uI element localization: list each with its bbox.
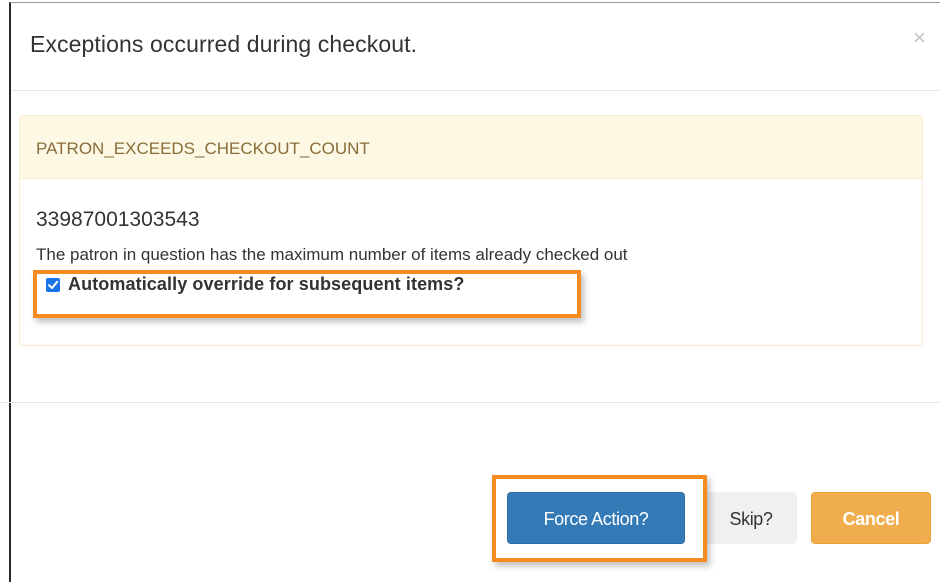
checkbox-checked-icon[interactable] <box>46 278 60 292</box>
item-barcode: 33987001303543 <box>36 208 200 231</box>
close-icon[interactable]: × <box>913 27 926 49</box>
modal-header: Exceptions occurred during checkout. × <box>11 3 940 91</box>
exception-panel: PATRON_EXCEEDS_CHECKOUT_COUNT 3398700130… <box>19 115 923 346</box>
modal-title: Exceptions occurred during checkout. <box>30 31 418 57</box>
skip-button[interactable]: Skip? <box>705 492 797 544</box>
footer-divider <box>0 402 940 403</box>
force-action-button[interactable]: Force Action? <box>507 492 685 544</box>
cancel-button[interactable]: Cancel <box>811 492 931 544</box>
override-checkbox-row[interactable]: Automatically override for subsequent it… <box>36 269 636 299</box>
exception-message: The patron in question has the maximum n… <box>36 245 628 264</box>
panel-heading: PATRON_EXCEEDS_CHECKOUT_COUNT <box>20 116 922 179</box>
exception-code: PATRON_EXCEEDS_CHECKOUT_COUNT <box>36 139 370 158</box>
override-checkbox-label[interactable]: Automatically override for subsequent it… <box>68 274 465 295</box>
